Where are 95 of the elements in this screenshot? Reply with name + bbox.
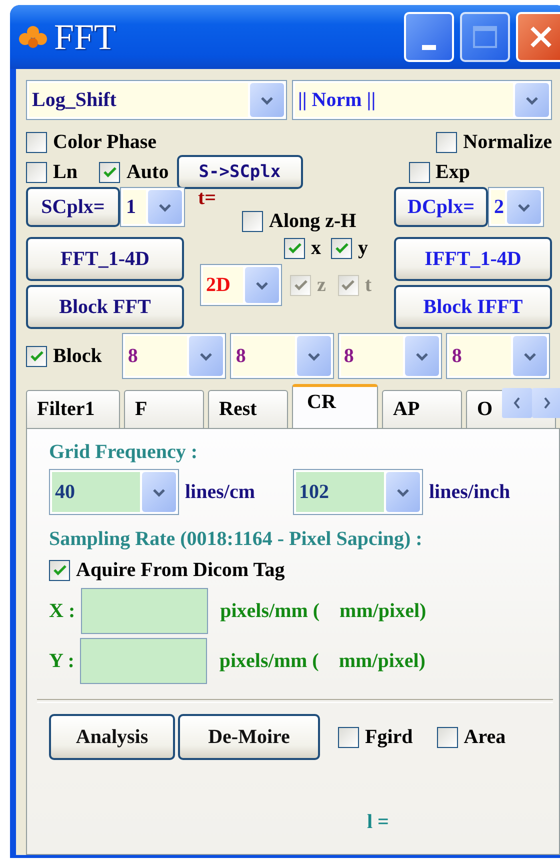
chevron-down-icon xyxy=(198,352,213,360)
checkmark-icon xyxy=(341,279,356,291)
checkbox-label: t xyxy=(364,274,372,296)
checkbox-label: Aquire From Dicom Tag xyxy=(76,558,285,582)
dropdown[interactable]: 2 xyxy=(488,187,544,227)
dropdown[interactable]: 2D xyxy=(200,264,282,306)
checkbox-label: z xyxy=(317,274,326,296)
checkbox-label: Color Phase xyxy=(53,130,157,154)
chevron-down-icon xyxy=(525,96,539,104)
checkbox-label: Along z-H xyxy=(269,210,356,233)
chevron-left-icon xyxy=(513,397,521,409)
scroll-right-button[interactable] xyxy=(532,388,560,418)
checkbox-label: Area xyxy=(464,726,506,748)
chevron-down-icon xyxy=(414,352,429,360)
scroll-left-button[interactable] xyxy=(502,388,532,418)
dropdown[interactable]: 8 xyxy=(230,333,334,379)
t-equals-label: t= xyxy=(198,187,216,210)
dropdown[interactable]: || Norm || xyxy=(292,80,552,120)
unit-label: pixels/mm ( xyxy=(220,600,320,622)
input-field[interactable] xyxy=(80,638,208,684)
checkmark-icon xyxy=(288,242,302,254)
fft-button[interactable]: FFT_1-4D xyxy=(26,237,184,281)
close-button[interactable] xyxy=(516,12,560,62)
checkbox[interactable] xyxy=(26,132,47,152)
scplx-button[interactable]: SCplx= xyxy=(26,187,120,227)
checkbox[interactable] xyxy=(26,346,47,366)
checkbox[interactable] xyxy=(49,560,70,580)
checkbox-label: x xyxy=(311,236,321,260)
checkbox[interactable] xyxy=(331,238,352,258)
s-to-scplx-button[interactable]: S->SCplx xyxy=(176,155,303,189)
checkbox-label: Block xyxy=(53,344,102,368)
section-heading: Sampling Rate (0018:1164 - Pixel Sapcing) : xyxy=(49,528,424,551)
chevron-down-icon xyxy=(396,488,410,496)
checkbox-label: Fgird xyxy=(365,726,413,748)
action-button[interactable]: De-Moire xyxy=(178,714,320,760)
dropdown[interactable]: 1 xyxy=(120,187,185,227)
chevron-down-icon xyxy=(255,280,269,290)
dcplx-button[interactable]: DCplx= xyxy=(394,187,488,227)
chevron-right-icon xyxy=(543,397,551,409)
checkbox[interactable] xyxy=(436,726,458,748)
unit-label: mm/pixel) xyxy=(338,650,426,672)
tab[interactable]: CR xyxy=(292,384,378,428)
checkbox-label: Auto xyxy=(126,160,169,184)
minimize-icon xyxy=(422,44,436,50)
checkbox[interactable] xyxy=(99,162,120,182)
result-label: l = xyxy=(367,811,390,834)
checkbox-label: Exp xyxy=(436,160,470,184)
checkmark-icon xyxy=(30,350,44,362)
tab[interactable]: Filter1 xyxy=(26,390,120,428)
window-title: FFT xyxy=(54,16,116,58)
tab[interactable]: Rest xyxy=(208,390,288,428)
checkmark-icon xyxy=(334,242,348,254)
chevron-down-icon xyxy=(522,352,537,360)
tab[interactable]: AP xyxy=(382,390,462,428)
tab[interactable]: F xyxy=(124,390,204,428)
action-button[interactable]: Analysis xyxy=(49,714,175,760)
flower-icon xyxy=(18,24,48,50)
dropdown[interactable]: 8 xyxy=(122,333,226,379)
axis-label: Y : xyxy=(49,650,74,672)
checkmark-icon xyxy=(294,279,308,291)
section-heading: Grid Frequency : xyxy=(49,441,199,464)
dropdown[interactable]: 8 xyxy=(446,333,550,379)
checkbox[interactable] xyxy=(284,238,305,258)
unit-label: mm/pixel) xyxy=(340,600,426,622)
chevron-down-icon xyxy=(158,202,172,212)
checkmark-icon xyxy=(102,166,117,178)
chevron-down-icon xyxy=(306,352,321,360)
dropdown[interactable]: 8 xyxy=(338,333,442,379)
dropdown[interactable]: 102 xyxy=(293,469,423,515)
unit-label: lines/cm xyxy=(185,480,255,504)
checkbox[interactable] xyxy=(26,162,47,182)
dropdown[interactable]: Log_Shift xyxy=(26,80,287,120)
input-field[interactable] xyxy=(81,588,208,634)
ifft-button[interactable]: IFFT_1-4D xyxy=(394,237,552,281)
checkbox-label: Ln xyxy=(53,160,78,184)
maximize-button[interactable] xyxy=(460,12,510,62)
checkbox-label: y xyxy=(358,236,368,260)
chevron-down-icon xyxy=(517,202,531,212)
minimize-button[interactable] xyxy=(404,12,454,62)
unit-label: lines/inch xyxy=(429,480,510,504)
checkbox-label: Normalize xyxy=(463,130,552,154)
checkmark-icon xyxy=(52,564,66,576)
close-icon xyxy=(528,24,554,50)
block-ifft-button[interactable]: Block IFFT xyxy=(394,285,552,329)
unit-label: pixels/mm ( xyxy=(219,650,319,672)
checkbox[interactable] xyxy=(338,726,359,748)
axis-label: X : xyxy=(49,600,76,622)
checkbox[interactable] xyxy=(436,132,458,152)
checkbox[interactable] xyxy=(242,211,263,232)
dropdown[interactable]: 40 xyxy=(49,469,179,515)
chevron-down-icon xyxy=(260,96,274,104)
block-fft-button[interactable]: Block FFT xyxy=(26,285,184,329)
chevron-down-icon xyxy=(152,488,166,496)
checkbox[interactable] xyxy=(408,162,430,182)
maximize-icon xyxy=(472,25,498,49)
